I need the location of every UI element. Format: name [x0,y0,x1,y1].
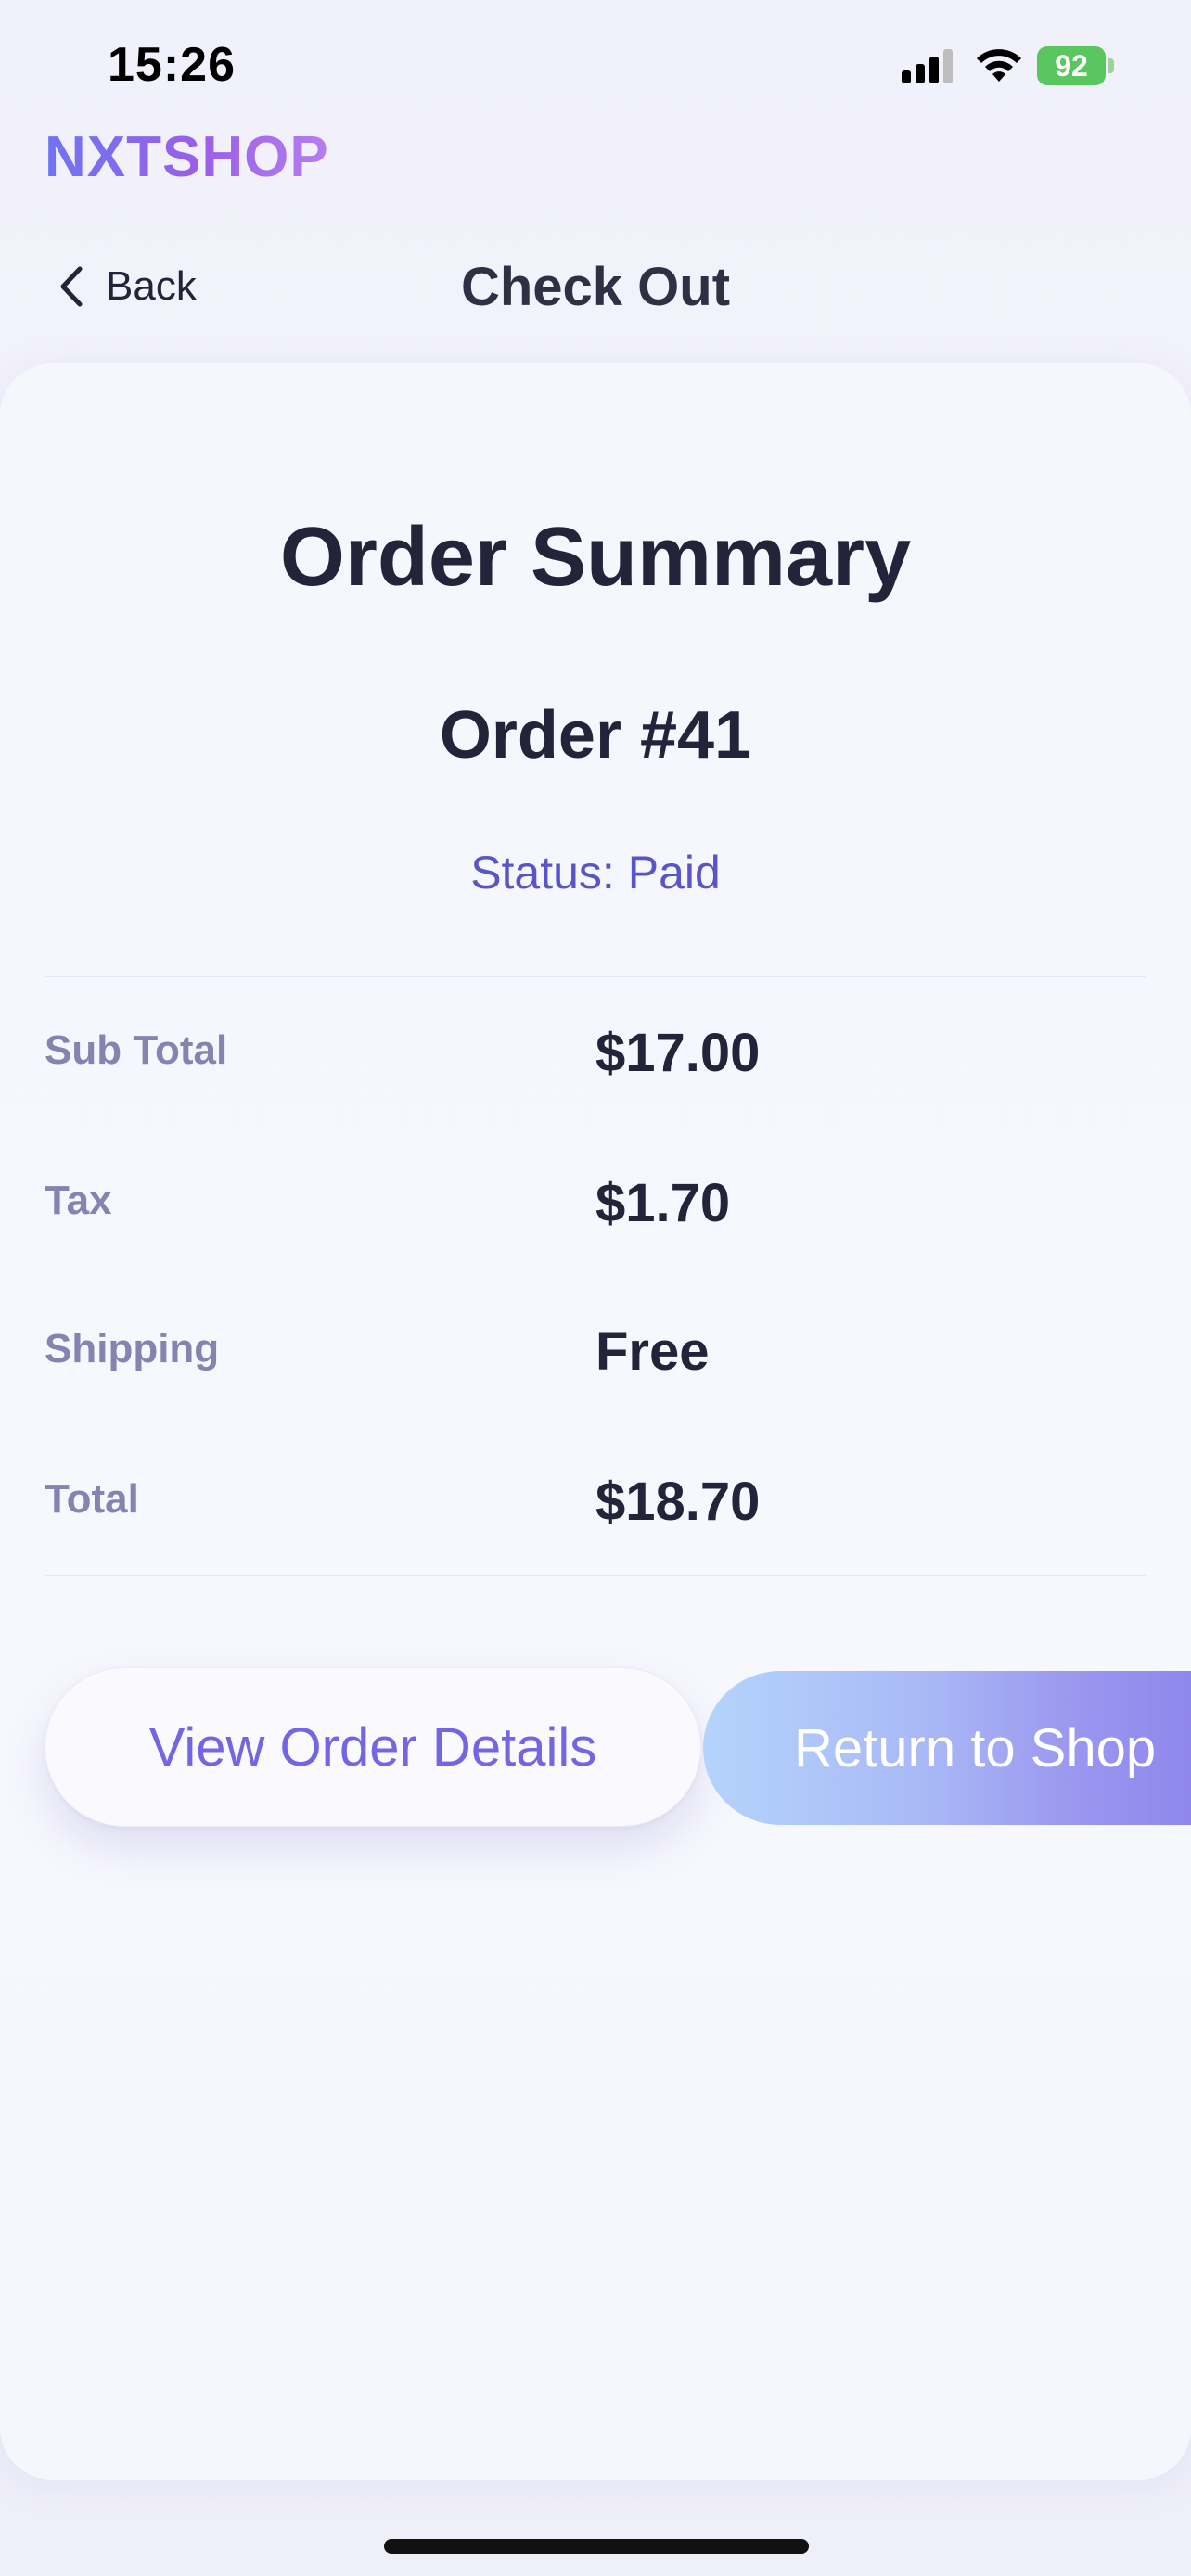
back-button[interactable]: Back [56,254,197,319]
order-number: Order #41 [439,698,752,772]
row-label: Total [45,1476,139,1522]
row-label: Shipping [45,1326,220,1371]
status-bar: 15:26 92 [0,0,1191,130]
wifi-icon [977,49,1021,82]
summary-title: Order Summary [279,511,912,604]
divider-bottom [45,1575,1146,1576]
row-value: $17.00 [596,1023,761,1083]
battery-level: 92 [1037,46,1106,85]
row-label: Tax [45,1178,112,1223]
row-value: Free [596,1321,710,1382]
chevron-left-icon [60,266,83,307]
home-indicator[interactable] [384,2539,809,2554]
signal-icon [902,49,953,83]
nav-bar: Check Out Back [0,241,1191,334]
row-value: $18.70 [596,1472,761,1532]
back-label: Back [106,263,197,309]
row-value: $1.70 [596,1173,731,1233]
brand-logo[interactable]: NXTSHOP [45,124,329,190]
battery-tip [1108,58,1114,73]
status-time: 15:26 [108,38,236,92]
return-to-shop-button[interactable]: Return to Shop [703,1671,1191,1825]
order-summary-card [0,363,1191,2480]
battery-icon: 92 [1037,46,1115,85]
divider-top [45,976,1146,977]
order-status: Status: Paid [470,847,721,899]
return-to-shop-label: Return to Shop [794,1717,1157,1779]
row-label: Sub Total [45,1027,228,1073]
view-order-details-button[interactable]: View Order Details [45,1667,701,1827]
